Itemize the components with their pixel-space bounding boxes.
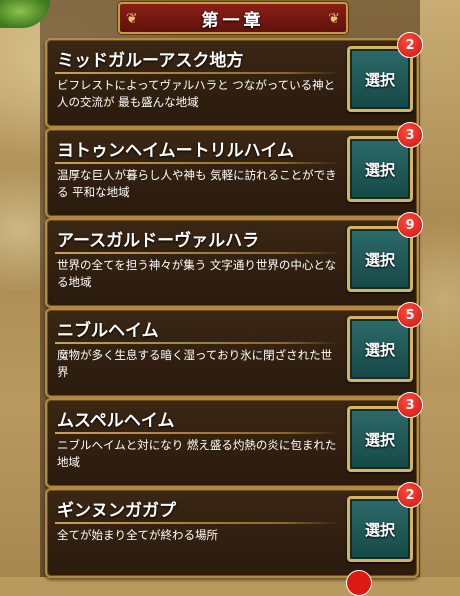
count-badge: 2 bbox=[397, 32, 423, 58]
select-button-label: 選択 bbox=[364, 160, 395, 179]
region-description: ニブルヘイムと対になり 燃え盛る灼熱の炎に包まれた地域 bbox=[57, 438, 337, 469]
count-badge: 3 bbox=[397, 392, 423, 418]
region-description: 温厚な巨人が暮らし人や神も 気軽に訪れることができる 平和な地域 bbox=[57, 168, 337, 199]
region-title: ムスペルヘイム bbox=[57, 411, 175, 431]
region-description: 魔物が多く生息する暗く湿っており氷に閉ざされた世界 bbox=[57, 348, 333, 379]
title-divider bbox=[55, 72, 340, 74]
count-badge: 2 bbox=[397, 482, 423, 508]
region-title: アースガルドーヴァルハラ bbox=[57, 231, 260, 251]
region-card: ヨトゥンヘイムートリルハイム 温厚な巨人が暮らし人や神も 気軽に訪れることができ… bbox=[45, 122, 423, 218]
region-card: ムスペルヘイム ニブルヘイムと対になり 燃え盛る灼熱の炎に包まれた地域 選択 3 bbox=[45, 392, 423, 488]
count-badge: 3 bbox=[397, 122, 423, 148]
region-description: 全てが始まり全てが終わる場所 bbox=[57, 528, 218, 542]
title-divider bbox=[55, 432, 340, 434]
title-divider bbox=[55, 342, 340, 344]
region-title: ミッドガルーアスク地方 bbox=[57, 51, 244, 71]
count-badge: 5 bbox=[397, 302, 423, 328]
region-card: ミッドガルーアスク地方 ビフレストによってヴァルハラと つながっている神と人の交… bbox=[45, 32, 423, 128]
region-description: 世界の全てを担う神々が集う 文字通り世界の中心となる地域 bbox=[57, 258, 337, 289]
select-button-label: 選択 bbox=[364, 340, 395, 359]
swirl-ornament-icon: ❦ bbox=[328, 11, 340, 27]
count-badge: 9 bbox=[397, 212, 423, 238]
region-title: ギンヌンガガプ bbox=[57, 501, 176, 521]
region-title: ニブルヘイム bbox=[57, 321, 159, 341]
region-card: ギンヌンガガプ 全てが始まり全てが終わる場所 選択 2 bbox=[45, 482, 423, 578]
select-button-label: 選択 bbox=[364, 430, 395, 449]
region-card: ニブルヘイム 魔物が多く生息する暗く湿っており氷に閉ざされた世界 選択 5 bbox=[45, 302, 423, 398]
region-card: アースガルドーヴァルハラ 世界の全てを担う神々が集う 文字通り世界の中心となる地… bbox=[45, 212, 423, 308]
region-description: ビフレストによってヴァルハラと つながっている神と人の交流が 最も盛んな地域 bbox=[57, 78, 336, 109]
count-badge-partial bbox=[346, 570, 372, 596]
select-button-label: 選択 bbox=[364, 250, 395, 269]
swirl-ornament-icon: ❦ bbox=[126, 11, 138, 27]
title-divider bbox=[55, 252, 340, 254]
region-title: ヨトゥンヘイムートリルハイム bbox=[57, 141, 294, 161]
select-button-label: 選択 bbox=[364, 520, 395, 539]
title-divider bbox=[55, 162, 340, 164]
select-button-label: 選択 bbox=[364, 70, 395, 89]
chapter-banner: ❦ 第一章 ❦ bbox=[118, 2, 348, 34]
chapter-title: 第一章 bbox=[201, 10, 265, 31]
title-divider bbox=[55, 522, 340, 524]
